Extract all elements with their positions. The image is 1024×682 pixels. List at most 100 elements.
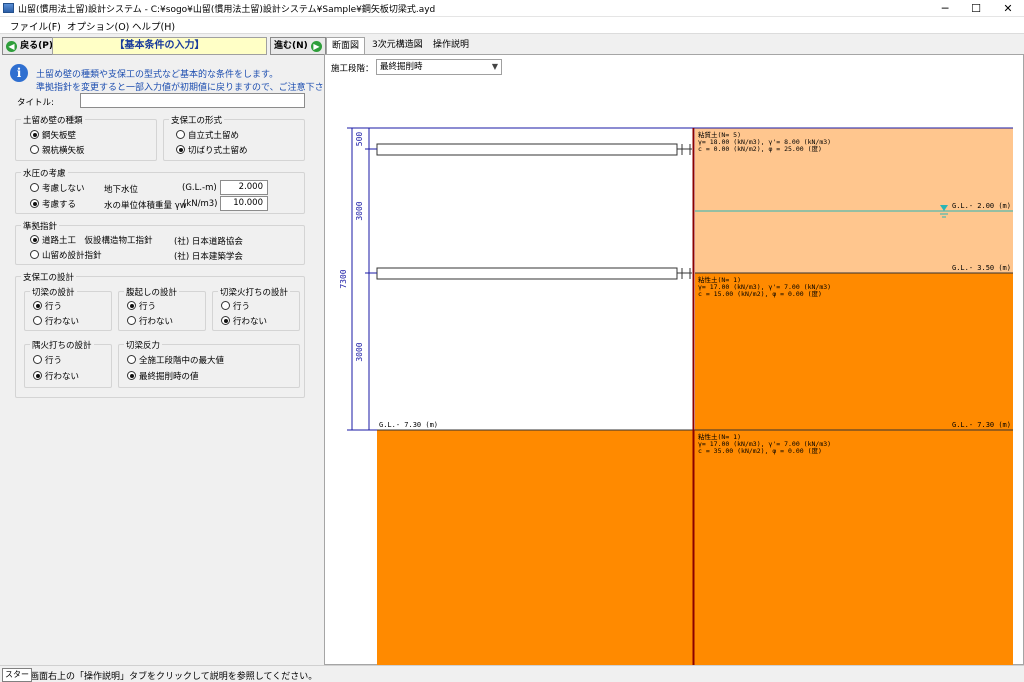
strut-1 (376, 143, 678, 156)
groundwater-input[interactable]: 2.000 (220, 180, 268, 195)
title-label: タイトル: (17, 98, 54, 108)
radio-selected-icon (30, 235, 39, 244)
strut-design-no-label: 行わない (45, 317, 80, 327)
strut-brace-no[interactable]: 行わない (221, 316, 267, 327)
reaction-option-final[interactable]: 最終掘削時の値 (127, 371, 199, 382)
unit-weight-unit: (kN/m3) (183, 199, 218, 209)
support-type-option-1[interactable]: 自立式土留め (176, 130, 239, 141)
radio-selected-icon (33, 371, 42, 380)
maximize-button[interactable]: ☐ (961, 0, 991, 17)
radio-icon (127, 355, 136, 364)
standard-group: 準拠指針 道路土工 仮設構造物工指針 山留め設計指針 (社) 日本道路協会 (社… (15, 220, 305, 265)
tab-section[interactable]: 断面図 (326, 37, 366, 54)
tab-3d-structure[interactable]: 3次元構造図 (367, 37, 428, 54)
strut-design-title: 切梁の設計 (30, 286, 77, 298)
menu-file[interactable]: ファイル(F) (10, 19, 61, 33)
layer-3-c-phi: c = 35.00 (kN/m2), φ = 0.00 (度) (698, 446, 822, 455)
info-text-1: 土留め壁の種類や支保工の型式など基本的な条件をします。 (36, 70, 279, 80)
support-type-option-2[interactable]: 切ばり式土留め (176, 145, 248, 156)
wale-design-no[interactable]: 行わない (127, 316, 173, 327)
radio-selected-icon (176, 145, 185, 154)
strut-design-yes[interactable]: 行う (33, 301, 62, 312)
title-input[interactable] (80, 93, 305, 108)
menu-help[interactable]: ヘルプ(H) (132, 19, 175, 33)
corner-brace-yes-label: 行う (45, 356, 63, 366)
info-text-2: 準拠指針を変更すると一部入力値が初期値に戻りますので、ご注意下さい。 (36, 83, 342, 93)
level-label-layer-3: G.L.- 7.30 (m) (952, 421, 1011, 429)
strut-2 (376, 267, 678, 280)
dim-label-7300: 7300 (339, 269, 348, 288)
layer-2-c-phi: c = 15.00 (kN/m2), φ = 0.00 (度) (698, 289, 822, 298)
radio-selected-icon (127, 301, 136, 310)
info-icon: i (10, 64, 28, 82)
wall-type-option-2[interactable]: 親杭横矢板 (30, 145, 85, 156)
strut-reaction-title: 切梁反力 (124, 339, 163, 351)
corner-brace-group: 隅火打ちの設計 行う 行わない (24, 339, 112, 388)
forward-button[interactable]: 進む(N) ▶ (270, 37, 326, 55)
arrow-left-icon: ◀ (6, 41, 17, 52)
dim-label-3000-a: 3000 (355, 201, 364, 220)
water-option-2[interactable]: 考慮する (30, 199, 76, 210)
standard-option-2-label: 山留め設計指針 (42, 251, 102, 261)
menu-options[interactable]: オプション(O) (67, 19, 129, 33)
strut-design-group: 切梁の設計 行う 行わない (24, 286, 112, 331)
radio-icon (33, 316, 42, 325)
radio-icon (127, 316, 136, 325)
reaction-option-final-label: 最終掘削時の値 (139, 372, 199, 382)
radio-selected-icon (30, 130, 39, 139)
tab-instructions[interactable]: 操作説明 (428, 37, 474, 54)
radio-selected-icon (127, 371, 136, 380)
section-tab-page: 施工段階： 最終掘削時 ▼ 500 3000 3000 7300 G.L.- 2… (324, 54, 1024, 666)
input-panel: ◀ 戻る(P) 【基本条件の入力】 進む(N) ▶ i 土留め壁の種類や支保工の… (0, 35, 342, 665)
radio-icon (33, 355, 42, 364)
status-bar: 画面右上の「操作説明」タブをクリックして説明を参照してください。 スタート (0, 665, 1024, 682)
app-icon (3, 3, 14, 13)
standard-org-2: (社) 日本建築学会 (174, 252, 243, 262)
status-text: 画面右上の「操作説明」タブをクリックして説明を参照してください。 (30, 672, 318, 682)
water-option-1[interactable]: 考慮しない (30, 183, 85, 194)
support-type-option-1-label: 自立式土留め (188, 131, 240, 141)
radio-selected-icon (30, 199, 39, 208)
corner-brace-no[interactable]: 行わない (33, 371, 79, 382)
wall-type-option-1-label: 鋼矢板壁 (42, 131, 77, 141)
corner-brace-yes[interactable]: 行う (33, 355, 62, 366)
radio-icon (30, 183, 39, 192)
level-label-water: G.L.- 2.00 (m) (952, 202, 1011, 210)
wall-type-option-1[interactable]: 鋼矢板壁 (30, 130, 76, 141)
unit-weight-label: 水の単位体積重量 γw (104, 201, 187, 211)
corner-brace-title: 隅火打ちの設計 (30, 339, 94, 351)
step-title: 【基本条件の入力】 (52, 37, 267, 55)
support-design-group: 支保工の設計 切梁の設計 行う 行わない 腹起しの設計 行う 行わない 切梁火打… (15, 271, 305, 398)
water-pressure-group: 水圧の考慮 考慮しない 考慮する 地下水位 (G.L.-m) 2.000 水の単… (15, 167, 305, 214)
strut-brace-title: 切梁火打ちの設計 (218, 286, 291, 298)
wale-design-group: 腹起しの設計 行う 行わない (118, 286, 206, 331)
radio-icon (30, 145, 39, 154)
standard-option-2[interactable]: 山留め設計指針 (30, 250, 102, 261)
back-button[interactable]: ◀ 戻る(P) (2, 37, 57, 55)
strut-brace-yes[interactable]: 行う (221, 301, 250, 312)
reaction-option-max[interactable]: 全施工段階中の最大値 (127, 355, 224, 366)
level-label-excavation: G.L.- 7.30 (m) (379, 421, 438, 429)
wale-design-yes[interactable]: 行う (127, 301, 156, 312)
support-type-title: 支保工の形式 (169, 114, 225, 126)
start-button[interactable]: スタート (2, 668, 32, 682)
strut-design-no[interactable]: 行わない (33, 316, 79, 327)
minimize-button[interactable]: ─ (930, 0, 960, 17)
standard-org-1: (社) 日本道路協会 (174, 237, 243, 247)
unit-weight-input[interactable]: 10.000 (220, 196, 268, 211)
standard-option-1[interactable]: 道路土工 仮設構造物工指針 (30, 235, 153, 246)
radio-icon (30, 250, 39, 259)
window-title: 山留(慣用法土留)設計システム - C:¥sogo¥山留(慣用法土留)設計システ… (18, 5, 436, 15)
support-type-option-2-label: 切ばり式土留め (188, 146, 248, 156)
radio-icon (176, 130, 185, 139)
close-button[interactable]: ✕ (993, 0, 1023, 17)
water-option-2-label: 考慮する (42, 200, 77, 210)
wall-type-option-2-label: 親杭横矢板 (42, 146, 85, 156)
strut-reaction-group: 切梁反力 全施工段階中の最大値 最終掘削時の値 (118, 339, 300, 388)
groundwater-unit: (G.L.-m) (182, 183, 217, 193)
standard-option-1-label: 道路土工 仮設構造物工指針 (42, 236, 153, 246)
view-panel: 断面図 3次元構造図 操作説明 施工段階： 最終掘削時 ▼ 500 3000 3… (324, 35, 1024, 666)
title-bar: 山留(慣用法土留)設計システム - C:¥sogo¥山留(慣用法土留)設計システ… (0, 0, 1024, 17)
forward-button-label: 進む(N) (274, 41, 308, 51)
arrow-right-icon: ▶ (310, 41, 322, 52)
